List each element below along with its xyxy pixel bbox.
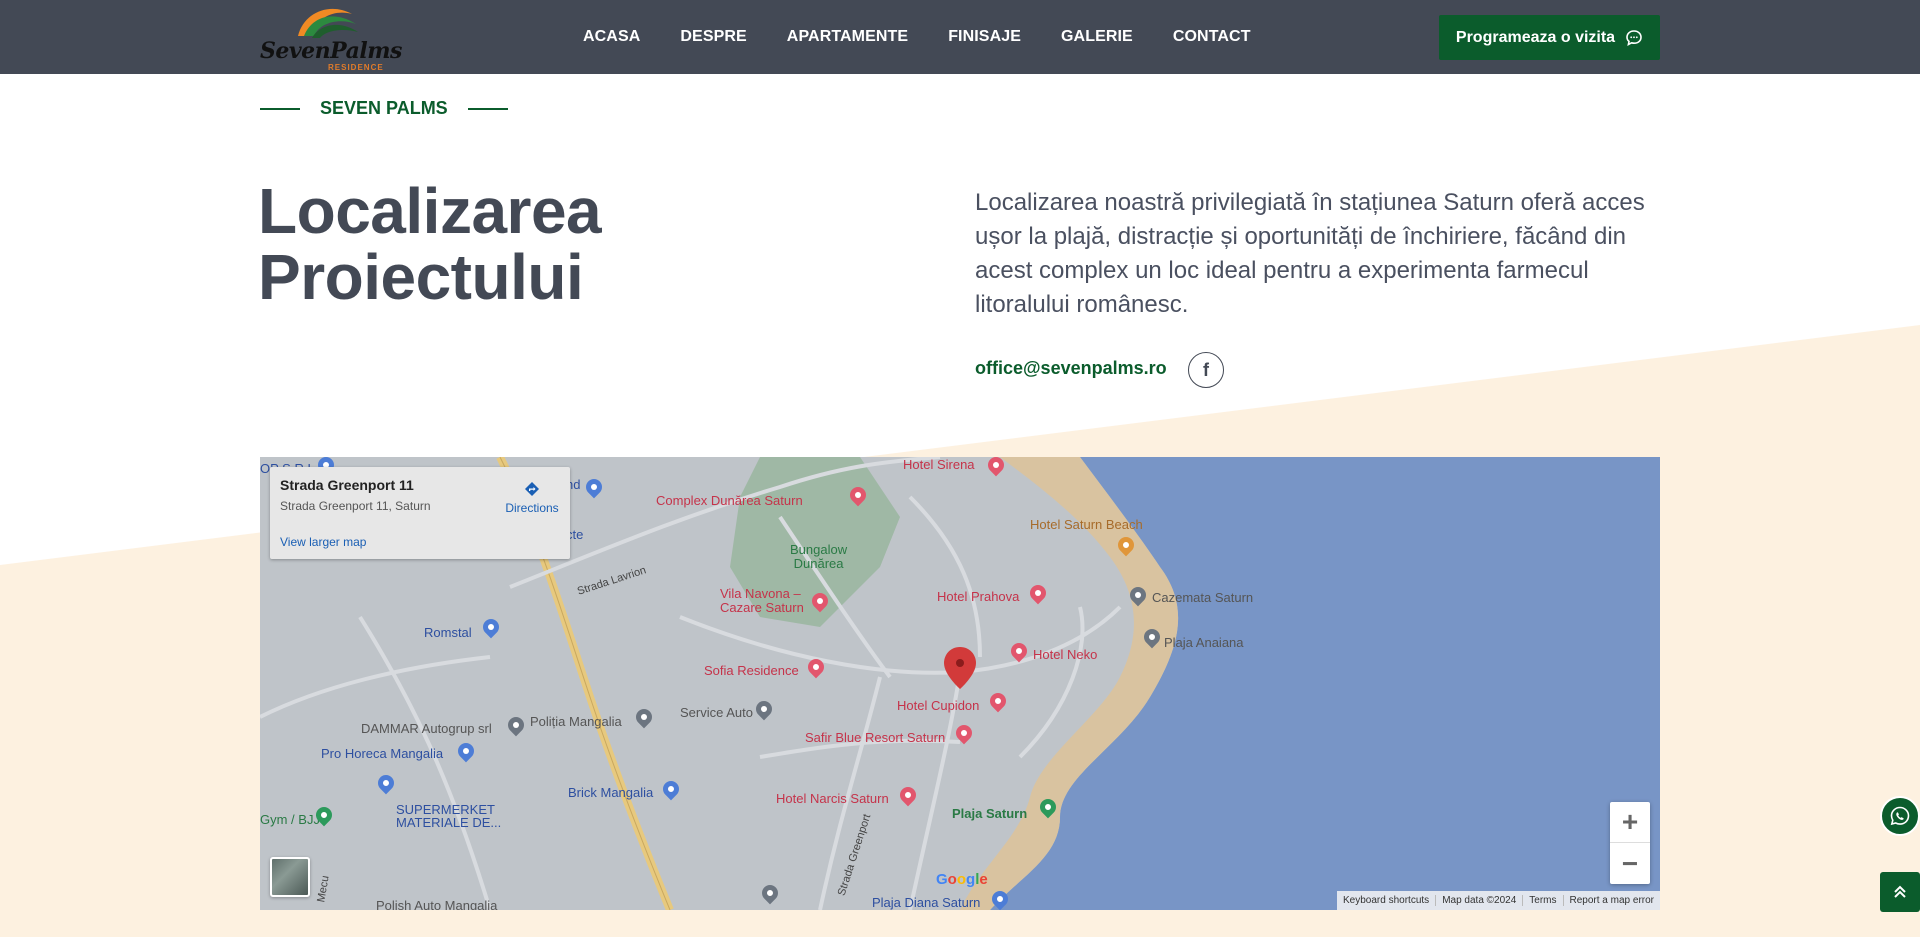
- map-data-text: Map data ©2024: [1435, 895, 1522, 906]
- scroll-to-top-button[interactable]: [1880, 872, 1920, 912]
- map-label-hotel-prahova[interactable]: Hotel Prahova: [937, 589, 1019, 604]
- whatsapp-icon: [1890, 806, 1910, 826]
- map-label-hotel-narcis[interactable]: Hotel Narcis Saturn: [776, 791, 889, 806]
- section-title: Localizarea Proiectului: [258, 175, 602, 313]
- map-label-dammar[interactable]: DAMMAR Autogrup srl: [361, 721, 492, 736]
- view-larger-map-link[interactable]: View larger map: [280, 535, 366, 549]
- map-label-hotel-neko[interactable]: Hotel Neko: [1033, 647, 1097, 662]
- map-label-cazemata-saturn[interactable]: Cazemata Saturn: [1152, 590, 1253, 605]
- logo-subtitle: RESIDENCE: [328, 63, 384, 72]
- map-label-plaja-anaiana[interactable]: Plaja Anaiana: [1164, 635, 1244, 650]
- keyboard-shortcuts-link[interactable]: Keyboard shortcuts: [1337, 895, 1435, 906]
- map-label-polish-auto[interactable]: Polish Auto Mangalia: [376, 898, 497, 910]
- map-label-bungalow-dunarea[interactable]: Bungalow Dunărea: [790, 543, 847, 571]
- double-chevron-up-icon: [1894, 885, 1906, 898]
- directions-label: Directions: [505, 501, 559, 515]
- palm-logo-icon: [298, 8, 358, 38]
- map-label-brick-mangalia[interactable]: Brick Mangalia: [568, 785, 653, 800]
- embedded-map[interactable]: Hotel Sirena Complex Dunărea Saturn Hote…: [260, 457, 1660, 910]
- map-label-supermarket[interactable]: SUPERMERKET MATERIALE DE...: [396, 803, 501, 829]
- map-label-sofia-residence[interactable]: Sofia Residence: [704, 663, 799, 678]
- eyebrow-line-right: [467, 107, 508, 110]
- eyebrow-line-left: [260, 107, 300, 110]
- zoom-out-button[interactable]: −: [1610, 843, 1650, 884]
- section-description: Localizarea noastră privilegiată în staț…: [975, 189, 1645, 318]
- map-label-romstal[interactable]: Romstal: [424, 625, 472, 640]
- logo-wordmark: SevenPalms: [260, 38, 402, 64]
- schedule-visit-label: Programeaza o vizita: [1455, 28, 1616, 46]
- map-label-safir-blue[interactable]: Safir Blue Resort Saturn: [805, 730, 945, 745]
- satellite-toggle-button[interactable]: [270, 857, 310, 897]
- map-label-plaja-saturn[interactable]: Plaja Saturn: [952, 806, 1027, 821]
- map-place-title: Strada Greenport 11: [280, 477, 414, 493]
- section-title-line1: Localizarea: [258, 175, 602, 247]
- main-nav: ACASA DESPRE APARTAMENTE FINISAJE GALERI…: [583, 0, 1291, 74]
- site-header: SevenPalms RESIDENCE ACASA DESPRE APARTA…: [0, 0, 1920, 74]
- nav-item-acasa[interactable]: ACASA: [583, 28, 640, 46]
- nav-item-contact[interactable]: CONTACT: [1173, 28, 1251, 46]
- map-label-hotel-saturn-beach[interactable]: Hotel Saturn Beach: [1030, 517, 1143, 532]
- map-info-card: Strada Greenport 11 Strada Greenport 11,…: [270, 467, 570, 559]
- whatsapp-button[interactable]: [1880, 796, 1920, 836]
- map-label-politia-mangalia[interactable]: Poliția Mangalia: [530, 714, 622, 729]
- google-logo: Google: [936, 871, 988, 888]
- map-place-address: Strada Greenport 11, Saturn: [280, 499, 431, 513]
- map-label-gym[interactable]: Gym / BJJ: [260, 812, 320, 827]
- map-label-hotel-sirena[interactable]: Hotel Sirena: [903, 457, 975, 472]
- map-label-service-auto[interactable]: Service Auto: [680, 705, 753, 720]
- facebook-icon: f: [1203, 359, 1209, 380]
- nav-item-apartamente[interactable]: APARTAMENTE: [787, 28, 908, 46]
- map-label-plaja-diana[interactable]: Plaja Diana Saturn: [872, 895, 980, 910]
- section-eyebrow: SEVEN PALMS: [260, 98, 508, 119]
- zoom-in-button[interactable]: +: [1610, 802, 1650, 843]
- facebook-button[interactable]: f: [1188, 352, 1224, 388]
- nav-item-galerie[interactable]: GALERIE: [1061, 28, 1133, 46]
- map-label-complex-dunarea[interactable]: Complex Dunărea Saturn: [656, 493, 803, 508]
- map-zoom-control: + −: [1610, 802, 1650, 884]
- map-label-pro-horeca[interactable]: Pro Horeca Mangalia: [321, 746, 443, 761]
- section-title-line2: Proiectului: [258, 241, 584, 313]
- directions-button[interactable]: Directions: [502, 481, 562, 515]
- terms-link[interactable]: Terms: [1522, 895, 1562, 906]
- report-map-error-link[interactable]: Report a map error: [1562, 895, 1660, 906]
- directions-icon: [525, 482, 539, 496]
- map-label-vila-navona[interactable]: Vila Navona – Cazare Saturn: [720, 587, 804, 615]
- schedule-visit-button[interactable]: Programeaza o vizita: [1439, 15, 1660, 60]
- map-attribution: Keyboard shortcuts Map data ©2024 Terms …: [1337, 891, 1660, 910]
- email-link[interactable]: office@sevenpalms.ro: [975, 358, 1167, 379]
- site-logo[interactable]: SevenPalms RESIDENCE: [260, 2, 402, 72]
- map-label-hotel-cupidon[interactable]: Hotel Cupidon: [897, 698, 979, 713]
- eyebrow-text: SEVEN PALMS: [320, 98, 448, 118]
- nav-item-finisaje[interactable]: FINISAJE: [948, 28, 1021, 46]
- chat-bubble-icon: [1626, 29, 1642, 46]
- nav-item-despre[interactable]: DESPRE: [680, 28, 746, 46]
